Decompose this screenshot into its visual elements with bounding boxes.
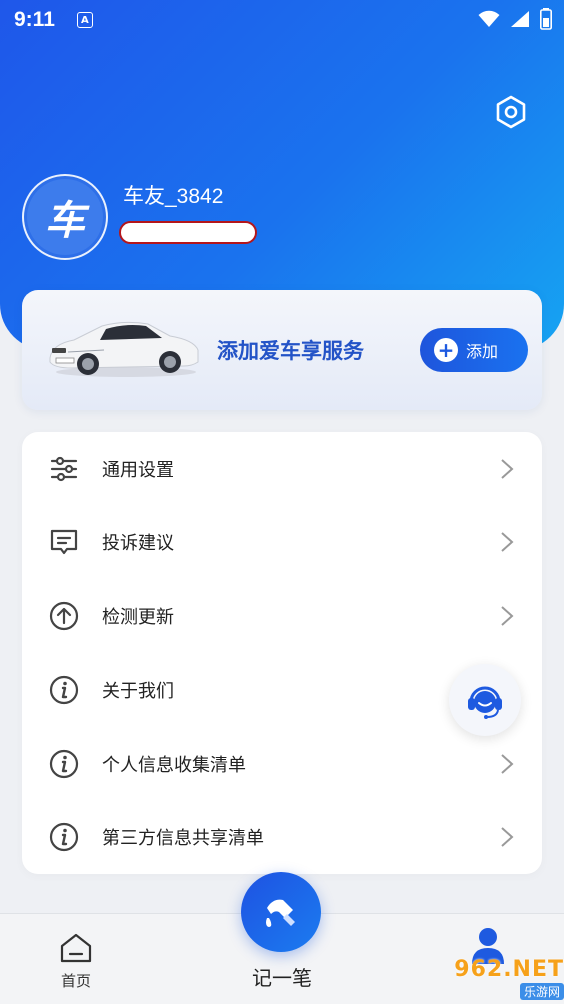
menu-item-label: 通用设置 xyxy=(102,459,174,481)
wifi-icon xyxy=(478,10,500,27)
customer-service-button[interactable] xyxy=(449,664,521,736)
battery-icon xyxy=(540,8,552,30)
headset-icon xyxy=(468,686,502,719)
record-fuel-button[interactable] xyxy=(241,872,321,952)
menu-item-general-settings[interactable]: 通用设置 xyxy=(22,432,542,505)
menu-item-label: 检测更新 xyxy=(102,606,174,628)
home-icon xyxy=(60,933,92,963)
info-icon xyxy=(49,749,79,778)
chevron-right-icon xyxy=(501,605,514,626)
chevron-right-icon xyxy=(501,753,514,774)
add-car-title: 添加爱车享服务 xyxy=(217,339,364,363)
avatar-text: 车 xyxy=(27,179,103,255)
menu-item-label: 关于我们 xyxy=(102,680,174,702)
add-car-button-label: 添加 xyxy=(466,342,499,361)
info-icon xyxy=(49,675,79,704)
watermark-main: 962.NET xyxy=(454,956,564,982)
fuel-nozzle-icon xyxy=(266,899,295,927)
menu-item-check-update[interactable]: 检测更新 xyxy=(22,579,542,652)
chevron-right-icon xyxy=(501,826,514,847)
signal-icon xyxy=(511,11,529,27)
notification-a-icon: A xyxy=(76,12,93,28)
update-arrow-icon xyxy=(49,601,79,630)
add-car-button[interactable]: + 添加 xyxy=(420,328,528,372)
car-image-icon xyxy=(49,321,199,377)
avatar[interactable]: 车 xyxy=(22,174,108,260)
watermark-sub: 乐游网 xyxy=(519,982,564,1000)
add-car-card[interactable]: 添加爱车享服务 + 添加 xyxy=(22,290,542,410)
menu-item-label: 投诉建议 xyxy=(102,532,174,554)
feedback-icon xyxy=(50,529,78,554)
status-time: 9:11 xyxy=(14,8,55,31)
redacted-phone xyxy=(119,221,257,244)
menu-item-personal-info-list[interactable]: 个人信息收集清单 xyxy=(22,727,542,800)
menu-item-feedback[interactable]: 投诉建议 xyxy=(22,505,542,578)
nav-home[interactable]: 首页 xyxy=(46,932,106,991)
settings-menu: 通用设置 投诉建议 检测更新 关于我们 个人信息收集清单 第三方信息共享清单 xyxy=(22,432,542,874)
menu-item-label: 个人信息收集清单 xyxy=(102,754,246,776)
chevron-right-icon xyxy=(501,531,514,552)
username: 车友_3842 xyxy=(123,185,224,208)
chevron-right-icon xyxy=(501,458,514,479)
watermark: 962.NET 乐游网 xyxy=(428,954,564,1002)
menu-item-third-party-sharing[interactable]: 第三方信息共享清单 xyxy=(22,800,542,873)
sliders-icon xyxy=(50,456,78,481)
record-fuel-label: 记一笔 xyxy=(252,966,312,990)
menu-item-label: 第三方信息共享清单 xyxy=(102,827,264,849)
settings-hexagon-icon[interactable] xyxy=(493,94,529,130)
status-bar: 9:11 A xyxy=(0,0,564,40)
nav-home-label: 首页 xyxy=(60,972,91,990)
status-icons xyxy=(478,8,552,30)
plus-icon: + xyxy=(434,338,458,362)
info-icon xyxy=(49,822,79,851)
